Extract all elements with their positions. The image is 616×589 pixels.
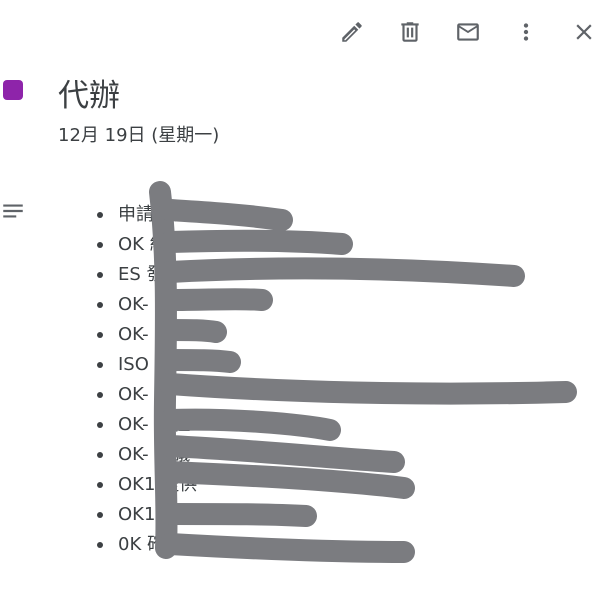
redaction-stroke — [159, 199, 577, 563]
list-item: OK1 訊 — [92, 500, 197, 530]
list-item: OK- — [92, 320, 197, 350]
more-vert-icon — [523, 23, 529, 41]
event-toolbar — [332, 14, 604, 50]
list-item: ES 發OK — [92, 260, 197, 290]
edit-button[interactable] — [332, 14, 372, 50]
event-title: 代辦 — [58, 78, 120, 114]
list-item: OK- 課程 — [92, 410, 197, 440]
delete-button[interactable] — [390, 14, 430, 50]
event-date: 12月 19日 (星期一) — [58, 125, 220, 146]
close-button[interactable] — [564, 14, 604, 50]
list-item: OK 紗 — [92, 230, 197, 260]
notes-icon — [0, 198, 26, 224]
list-item: OK- 會議 — [92, 440, 197, 470]
mail-icon — [457, 23, 479, 41]
list-item: ISO 得 — [92, 350, 197, 380]
list-item: 0K 確認 — [92, 530, 197, 560]
calendar-color-swatch — [3, 80, 23, 100]
pencil-icon — [342, 22, 362, 42]
close-icon — [576, 24, 592, 40]
email-guests-button[interactable] — [448, 14, 488, 50]
list-item: OK- — [92, 290, 197, 320]
list-item: OK- 消 — [92, 380, 197, 410]
list-item: 申請 費用 — [92, 200, 197, 230]
trash-icon — [401, 22, 419, 42]
description-list: 申請 費用 OK 紗 ES 發OK OK- OK- ISO 得 OK- 消 OK… — [92, 200, 197, 560]
list-item: OK1 提供 — [92, 470, 197, 500]
options-button[interactable] — [506, 14, 546, 50]
